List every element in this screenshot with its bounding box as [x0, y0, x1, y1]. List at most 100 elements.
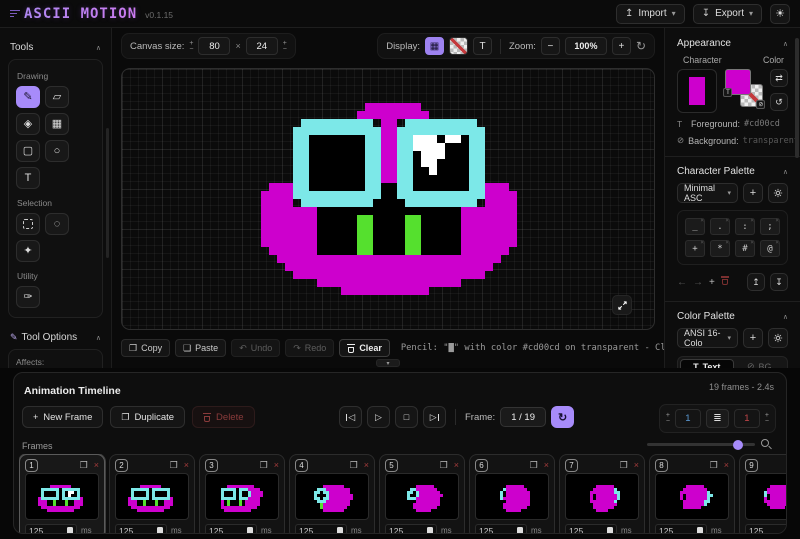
remove-char-icon[interactable]: × [725, 239, 729, 246]
paste-button[interactable]: ❏Paste [175, 339, 226, 357]
palette-char-button[interactable]: *× [710, 240, 730, 257]
canvas-height-input[interactable]: 24 [246, 37, 278, 55]
expand-canvas-button[interactable] [612, 295, 632, 315]
add-color-palette-button[interactable]: + [743, 328, 763, 348]
color-palette-header[interactable]: Color Palette ∧ [677, 311, 788, 322]
copy-button[interactable]: ❐Copy [121, 339, 170, 357]
onion-next-count[interactable]: 1 [734, 409, 760, 428]
char-display-toggle-button[interactable]: T [473, 37, 492, 55]
slider-thumb[interactable] [733, 440, 743, 450]
frame-card[interactable]: 2❐×125ms [109, 454, 195, 534]
palette-char-button[interactable]: #× [735, 240, 755, 257]
onion-prev-stepper[interactable]: +− [666, 413, 670, 424]
delete-frame-icon[interactable]: × [724, 460, 729, 470]
frame-card[interactable]: 6❐×125ms [469, 454, 555, 534]
zoom-reset-button[interactable]: ↻ [636, 39, 646, 53]
height-stepper[interactable]: +− [283, 41, 287, 52]
frame-duration-input[interactable]: 125 [25, 524, 77, 535]
redo-button[interactable]: ↷Redo [285, 339, 334, 357]
frame-card[interactable]: 5❐×125ms [379, 454, 465, 534]
frame-thumbnail[interactable] [745, 473, 787, 520]
filled-rectangle-tool-button[interactable]: ▦ [45, 113, 69, 135]
character-preview[interactable] [677, 69, 717, 113]
delete-frame-icon[interactable]: × [544, 460, 549, 470]
download-palette-button[interactable]: ↧ [770, 273, 788, 291]
char-palette-header[interactable]: Character Palette ∧ [677, 166, 788, 177]
grid-toggle-button[interactable]: ▦ [425, 37, 444, 55]
skip-end-button[interactable]: ▷ [423, 406, 446, 428]
color-palette-settings-button[interactable] [768, 328, 788, 348]
duplicate-frame-icon[interactable]: ❐ [710, 460, 718, 471]
remove-char-icon[interactable]: × [700, 217, 704, 224]
zoom-out-button[interactable]: − [541, 37, 560, 55]
delete-frame-button[interactable]: Delete [192, 406, 254, 428]
frame-duration-input[interactable]: 125 [475, 524, 527, 535]
frame-thumbnail[interactable] [655, 473, 729, 520]
duplicate-frame-icon[interactable]: ❐ [80, 460, 88, 471]
frame-card[interactable]: 9❐×125ms [739, 454, 787, 534]
color-palette-dropdown[interactable]: ANSI 16-Colo ▾ [677, 328, 738, 348]
frame-thumbnail[interactable] [385, 473, 459, 520]
delete-frame-icon[interactable]: × [454, 460, 459, 470]
undo-button[interactable]: ↶Undo [231, 339, 280, 357]
frame-thumbnail[interactable] [115, 473, 189, 520]
palette-char-button[interactable]: _× [685, 218, 705, 235]
remove-char-icon[interactable]: × [700, 239, 704, 246]
frame-duration-input[interactable]: 125 [565, 524, 617, 535]
plus-icon[interactable]: + [189, 41, 193, 46]
timeline-collapse-handle[interactable]: ▾ [376, 359, 400, 367]
remove-char-icon[interactable]: × [725, 217, 729, 224]
char-palette-settings-button[interactable] [768, 183, 788, 203]
char-palette-dropdown[interactable]: Minimal ASC ▾ [677, 183, 738, 203]
lasso-tool-button[interactable]: ◌ [45, 213, 69, 235]
frame-duration-input[interactable]: 125 [745, 524, 787, 535]
export-button[interactable]: ↧ Export ▾ [693, 4, 762, 24]
onion-skin-toggle-button[interactable]: ≣ [706, 409, 729, 428]
frame-card[interactable]: 4❐×125ms [289, 454, 375, 534]
clear-button[interactable]: Clear [339, 339, 390, 357]
frame-card[interactable]: 8❐×125ms [649, 454, 735, 534]
frame-duration-input[interactable]: 125 [655, 524, 707, 535]
delete-char-button[interactable] [721, 276, 729, 288]
frame-duration-input[interactable]: 125 [115, 524, 167, 535]
duplicate-frame-icon[interactable]: ❐ [170, 460, 178, 471]
rectangle-tool-button[interactable]: ▢ [16, 140, 40, 162]
width-stepper[interactable]: +− [189, 41, 193, 52]
frame-card[interactable]: 7❐×125ms [559, 454, 645, 534]
palette-char-button[interactable]: :× [735, 218, 755, 235]
duplicate-frame-button[interactable]: ❐Duplicate [110, 406, 185, 428]
prev-arrow-icon[interactable]: ← [677, 277, 687, 288]
minus-icon[interactable]: − [189, 47, 193, 52]
fill-tool-button[interactable]: ◈ [16, 113, 40, 135]
duplicate-frame-icon[interactable]: ❐ [530, 460, 538, 471]
delete-frame-icon[interactable]: × [634, 460, 639, 470]
stop-button[interactable]: □ [395, 406, 418, 428]
minus-icon[interactable]: − [666, 419, 670, 424]
palette-char-button[interactable]: @× [760, 240, 780, 257]
frame-card[interactable]: 1❐×125ms [19, 454, 105, 534]
delete-frame-icon[interactable]: × [364, 460, 369, 470]
eraser-tool-button[interactable]: ▱ [45, 86, 69, 108]
remove-char-icon[interactable]: × [750, 239, 754, 246]
upload-palette-button[interactable]: ↥ [747, 273, 765, 291]
frame-thumbnail[interactable] [205, 473, 279, 520]
delete-frame-icon[interactable]: × [94, 460, 99, 470]
frame-card[interactable]: 3❐×125ms [199, 454, 285, 534]
pencil-tool-button[interactable]: ✎ [16, 86, 40, 108]
onion-next-stepper[interactable]: +− [765, 413, 769, 424]
rect-select-tool-button[interactable] [16, 213, 40, 235]
ellipse-tool-button[interactable]: ○ [45, 140, 69, 162]
minus-icon[interactable]: − [765, 419, 769, 424]
canvas-width-input[interactable]: 80 [198, 37, 230, 55]
next-arrow-icon[interactable]: → [693, 277, 703, 288]
zoom-in-button[interactable]: + [612, 37, 631, 55]
drawing-canvas[interactable] [121, 68, 655, 330]
foreground-swatch[interactable]: T [725, 69, 751, 95]
remove-char-icon[interactable]: × [775, 217, 779, 224]
frame-thumbnail[interactable] [565, 473, 639, 520]
frame-thumbnail[interactable] [475, 473, 549, 520]
duplicate-frame-icon[interactable]: ❐ [620, 460, 628, 471]
add-char-palette-button[interactable]: + [743, 183, 763, 203]
duplicate-frame-icon[interactable]: ❐ [350, 460, 358, 471]
duplicate-frame-icon[interactable]: ❐ [440, 460, 448, 471]
